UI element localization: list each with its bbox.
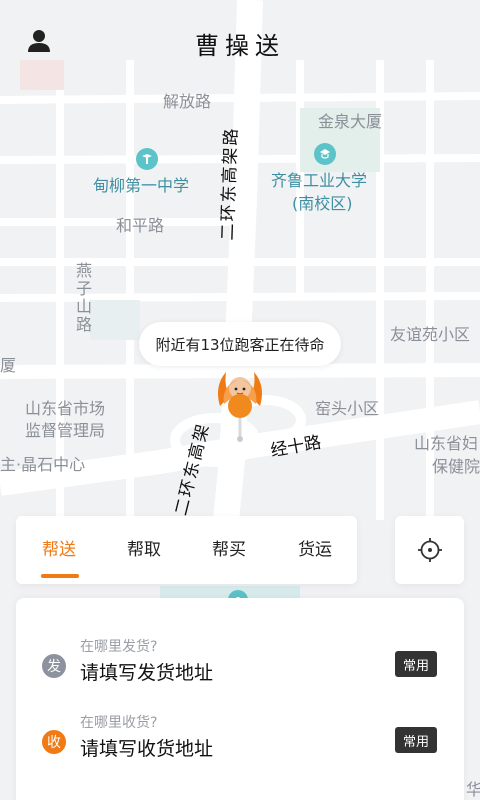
service-tabs: 帮送 帮取 帮买 货运 — [16, 516, 357, 584]
map-label-hospital: 山东省妇 — [414, 434, 479, 453]
map-label-university-campus[interactable]: (南校区) — [292, 190, 353, 214]
locate-button[interactable] — [395, 516, 464, 584]
map-label-road: 解放路 — [163, 92, 212, 111]
map-label-university[interactable]: 齐鲁工业大学 — [271, 167, 367, 191]
map-label-building: 金泉大厦 — [318, 112, 383, 131]
send-hint: 在哪里发货? — [80, 639, 158, 655]
rider-avatar-icon — [218, 372, 262, 442]
tab-help-buy[interactable]: 帮买 — [194, 516, 264, 584]
receive-common-button[interactable]: 常用 — [395, 727, 437, 753]
send-address-row[interactable]: 发 在哪里发货? 请填写发货地址 常用 — [16, 634, 464, 694]
active-tab-indicator — [41, 574, 79, 578]
map-label-building: 山东省市场 — [25, 399, 106, 418]
crosshair-icon — [417, 538, 442, 562]
map-label-hospital: 保健院 — [432, 457, 480, 476]
receive-badge: 收 — [42, 730, 66, 754]
map-label-building: 监督管理局 — [25, 421, 106, 440]
nearby-riders-bubble: 附近有13位跑客正在待命 — [139, 322, 341, 366]
app-title: 曹操送 — [195, 32, 285, 60]
receive-address-row[interactable]: 收 在哪里收货? 请填写收货地址 常用 — [16, 710, 464, 770]
map-label-building: 华 — [466, 780, 480, 799]
map-label-school[interactable]: 甸柳第一中学 — [93, 172, 189, 196]
tab-help-fetch[interactable]: 帮取 — [109, 516, 179, 584]
send-address-input[interactable]: 请填写发货地址 — [80, 658, 213, 685]
map-label-community: 窑头小区 — [315, 399, 380, 418]
receive-address-input[interactable]: 请填写收货地址 — [80, 734, 213, 761]
school-icon[interactable] — [314, 143, 336, 165]
map-label-community: 友谊苑小区 — [390, 325, 471, 344]
school-icon[interactable] — [136, 148, 158, 170]
map-label-building: 主·晶石中心 — [0, 455, 86, 474]
receive-hint: 在哪里收货? — [80, 715, 158, 731]
map-label-building: 厦 — [0, 356, 17, 375]
map-label-road: 和平路 — [116, 216, 165, 235]
top-header: 曹操送 — [0, 0, 480, 86]
tab-freight[interactable]: 货运 — [280, 516, 350, 584]
map-label-elevated-road: 二环东高架路 — [213, 120, 242, 241]
send-badge: 发 — [42, 654, 66, 678]
send-common-button[interactable]: 常用 — [395, 651, 437, 677]
rider-location-pin[interactable] — [212, 366, 268, 446]
nearby-riders-text: 附近有13位跑客正在待命 — [155, 335, 325, 354]
address-panel: 发 在哪里发货? 请填写发货地址 常用 收 在哪里收货? 请填写收货地址 常用 — [16, 598, 464, 800]
map-label-road: 燕子山路 — [73, 262, 92, 334]
map-label-elevated-road-text: 二环东高架路 — [217, 126, 242, 241]
